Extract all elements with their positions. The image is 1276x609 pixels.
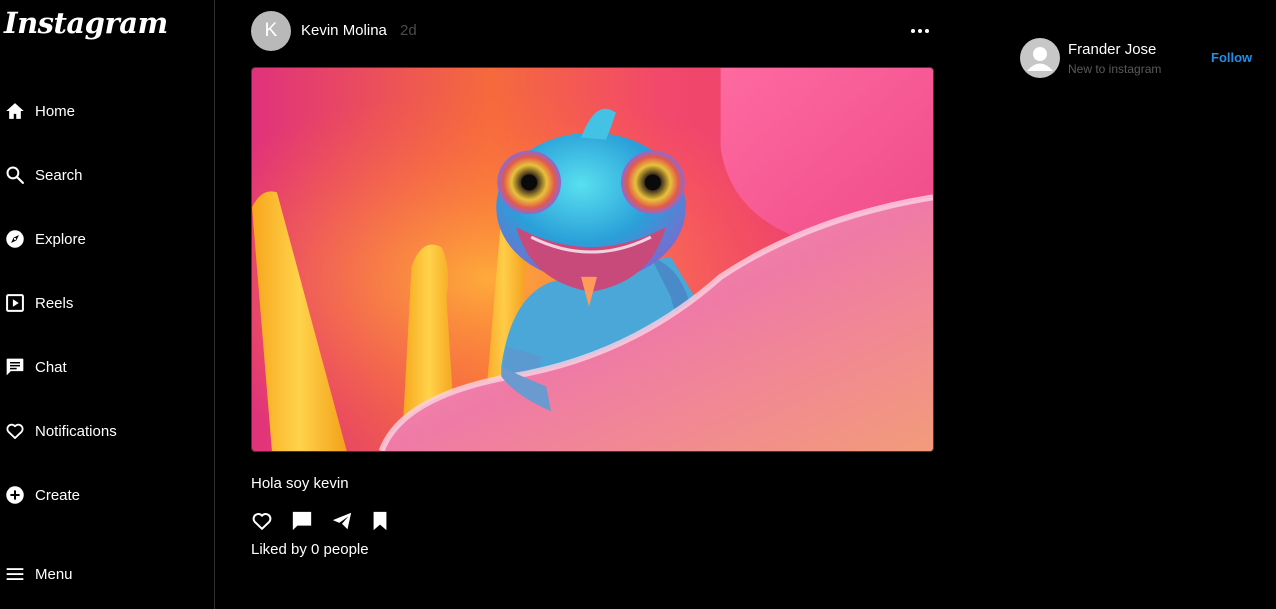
comment-icon xyxy=(291,510,313,532)
like-button[interactable] xyxy=(251,510,273,532)
plus-circle-icon xyxy=(5,485,25,505)
sidebar-item-label: Create xyxy=(35,486,81,504)
save-button[interactable] xyxy=(369,510,391,532)
instagram-logo[interactable]: Instagram xyxy=(4,6,168,40)
sidebar-item-chat[interactable]: Chat xyxy=(5,352,67,382)
home-icon xyxy=(5,101,25,121)
post-image[interactable] xyxy=(251,67,934,452)
sidebar-item-label: Explore xyxy=(35,230,86,248)
user-icon xyxy=(1020,47,1060,78)
sidebar-item-label: Home xyxy=(35,102,76,120)
sidebar-item-create[interactable]: Create xyxy=(5,480,80,510)
sidebar-item-label: Search xyxy=(35,166,83,184)
sidebar-item-label: Chat xyxy=(35,358,67,376)
sidebar-item-label: Notifications xyxy=(35,422,117,440)
reels-icon xyxy=(5,293,25,313)
post-username[interactable]: Kevin Molina xyxy=(301,22,387,39)
sidebar-item-explore[interactable]: Explore xyxy=(5,224,86,254)
sidebar: Instagram Home Search Explore Reels Chat xyxy=(0,0,215,609)
suggestion-avatar[interactable] xyxy=(1020,38,1060,78)
search-icon xyxy=(5,165,25,185)
post-header: K Kevin Molina 2d xyxy=(251,11,934,51)
more-options-icon[interactable] xyxy=(910,23,930,39)
bookmark-icon xyxy=(369,510,391,532)
heart-icon xyxy=(5,421,25,441)
sidebar-item-label: Menu xyxy=(35,565,73,583)
sidebar-item-home[interactable]: Home xyxy=(5,96,75,126)
post-caption: Hola soy kevin xyxy=(251,475,349,492)
avatar[interactable]: K xyxy=(251,11,291,51)
likes-count[interactable]: Liked by 0 people xyxy=(251,541,369,558)
compass-icon xyxy=(5,229,25,249)
sidebar-item-reels[interactable]: Reels xyxy=(5,288,73,318)
comment-button[interactable] xyxy=(291,510,313,532)
follow-button[interactable]: Follow xyxy=(1211,50,1252,65)
share-icon xyxy=(331,510,353,532)
share-button[interactable] xyxy=(331,510,353,532)
sidebar-item-notifications[interactable]: Notifications xyxy=(5,416,117,446)
suggestion-username[interactable]: Frander Jose xyxy=(1068,41,1156,58)
post-timestamp: 2d xyxy=(400,22,417,39)
suggestion-subtitle: New to instagram xyxy=(1068,62,1162,76)
chat-icon xyxy=(5,357,25,377)
heart-icon xyxy=(251,510,273,532)
sidebar-item-search[interactable]: Search xyxy=(5,160,83,190)
hamburger-icon xyxy=(5,564,25,584)
sidebar-item-label: Reels xyxy=(35,294,74,312)
sidebar-item-menu[interactable]: Menu xyxy=(5,559,73,589)
